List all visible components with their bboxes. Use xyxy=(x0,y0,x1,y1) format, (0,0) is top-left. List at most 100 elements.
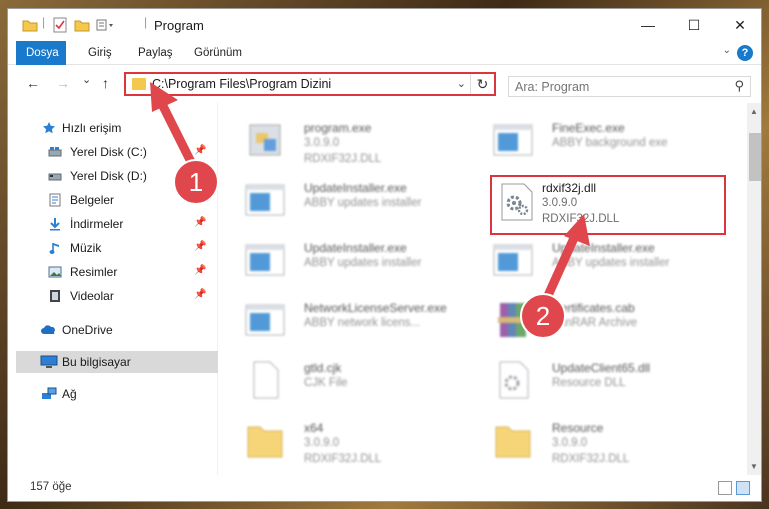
sidebar-item-label: İndirmeler xyxy=(70,217,124,231)
computer-icon xyxy=(40,355,58,368)
pin-icon[interactable]: 📌 xyxy=(194,289,206,300)
navigation-bar: ← → ⌄ ↑ C:\Program Files\Program Dizini … xyxy=(8,65,761,103)
sidebar-item-ag[interactable]: Ağ xyxy=(8,383,210,405)
window-icon xyxy=(245,244,285,276)
folder-icon xyxy=(22,20,38,32)
help-icon[interactable]: ? xyxy=(737,45,753,61)
archive-icon xyxy=(498,303,528,337)
tab-gorunum[interactable]: Görünüm xyxy=(184,41,252,65)
sidebar-item-resimler[interactable]: Resimler 📌 xyxy=(8,261,210,283)
file-item[interactable]: FineExec.exe ABBY background exe xyxy=(482,113,722,173)
blank-file-icon xyxy=(253,361,279,399)
sidebar-item-label: Belgeler xyxy=(70,193,115,207)
large-icons-view-button[interactable] xyxy=(736,481,750,495)
pin-icon[interactable]: 📌 xyxy=(194,241,206,252)
dll-icon xyxy=(499,361,529,399)
title-bar: | | Program — ☐ ✕ xyxy=(8,9,761,41)
sidebar-item-muzik[interactable]: Müzik 📌 xyxy=(8,237,210,259)
recent-locations-button[interactable]: ⌄ xyxy=(82,73,91,86)
item-count: 157 öğe xyxy=(30,481,72,493)
status-bar: 157 öğe xyxy=(8,475,761,501)
videos-icon xyxy=(50,290,60,302)
address-bar[interactable]: C:\Program Files\Program Dizini ⌄ ↻ xyxy=(124,72,496,96)
drive-icon xyxy=(48,173,62,181)
maximize-button[interactable]: ☐ xyxy=(671,9,717,41)
sidebar-item-yerel-disk-c[interactable]: Yerel Disk (C:) 📌 xyxy=(8,141,210,163)
window-icon xyxy=(493,124,533,156)
vertical-scrollbar[interactable]: ▲ ▼ xyxy=(747,103,761,475)
folder-icon xyxy=(132,78,146,90)
file-item-rdxif32j-dll[interactable]: rdxif32j.dll 3.0.9.0 RDXIF32J.DLL xyxy=(490,175,726,235)
pin-icon[interactable]: 📌 xyxy=(194,217,206,228)
forward-button[interactable]: → xyxy=(56,75,70,91)
refresh-button[interactable]: ↻ xyxy=(470,74,494,94)
file-item[interactable]: Resource 3.0.9.0 RDXIF32J.DLL xyxy=(482,413,722,473)
file-item[interactable]: x64 3.0.9.0 RDXIF32J.DLL xyxy=(234,413,474,473)
details-view-button[interactable] xyxy=(718,481,732,495)
tab-giris[interactable]: Giriş xyxy=(78,41,122,65)
chevron-down-icon[interactable]: ⌄ xyxy=(457,77,466,90)
address-path: C:\Program Files\Program Dizini xyxy=(152,77,332,91)
back-button[interactable]: ← xyxy=(26,75,40,91)
tab-paylas[interactable]: Paylaş xyxy=(128,41,183,65)
cloud-icon xyxy=(41,325,55,334)
navigation-pane: Hızlı erişim Yerel Disk (C:) 📌 Yerel Dis… xyxy=(8,103,218,475)
properties-icon[interactable] xyxy=(52,17,68,33)
music-icon xyxy=(49,243,59,254)
sidebar-item-label: Yerel Disk (D:) xyxy=(70,169,147,183)
sidebar-item-videolar[interactable]: Videolar 📌 xyxy=(8,285,210,307)
minimize-button[interactable]: — xyxy=(625,9,671,41)
exe-icon xyxy=(249,124,281,156)
star-icon xyxy=(43,122,55,134)
sidebar-item-belgeler[interactable]: Belgeler xyxy=(8,189,210,211)
sidebar-item-bu-bilgisayar[interactable]: Bu bilgisayar xyxy=(16,351,218,373)
scroll-down-icon[interactable]: ▼ xyxy=(750,462,758,471)
search-icon[interactable]: ⚲ xyxy=(734,78,744,94)
sidebar-item-label: OneDrive xyxy=(62,323,113,337)
up-button[interactable]: ↑ xyxy=(102,75,109,91)
file-item[interactable]: Certificates.cab WinRAR Archive xyxy=(482,293,722,353)
file-item[interactable]: UpdateInstaller.exe ABBY updates install… xyxy=(482,233,722,293)
file-item[interactable]: gtld.cjk CJK File xyxy=(234,353,474,413)
file-item[interactable]: UpdateInstaller.exe ABBY updates install… xyxy=(234,233,474,293)
folder-icon xyxy=(495,426,531,458)
file-item[interactable]: UpdateClient65.dll Resource DLL xyxy=(482,353,722,413)
dll-gear-icon xyxy=(501,183,533,221)
file-item[interactable]: UpdateInstaller.exe ABBY updates install… xyxy=(234,173,474,233)
scroll-up-icon[interactable]: ▲ xyxy=(750,107,758,116)
separator: | xyxy=(144,15,148,29)
separator: | xyxy=(42,15,46,29)
new-folder-icon[interactable] xyxy=(74,17,90,33)
drive-icon xyxy=(48,147,62,157)
sidebar-item-label: Ağ xyxy=(62,387,77,401)
search-box[interactable]: ⚲ xyxy=(508,76,751,97)
sidebar-item-label: Müzik xyxy=(70,241,102,255)
window-icon xyxy=(245,184,285,216)
pin-icon[interactable]: 📌 xyxy=(194,145,206,156)
search-input[interactable] xyxy=(509,77,709,96)
folder-icon xyxy=(247,426,283,458)
file-item[interactable]: program.exe 3.0.9.0 RDXIF32J.DLL xyxy=(234,113,474,173)
window-title: Program xyxy=(154,18,204,33)
file-list: program.exe 3.0.9.0 RDXIF32J.DLL FineExe… xyxy=(220,103,745,475)
download-icon xyxy=(50,218,60,231)
window-icon xyxy=(245,304,285,336)
customize-toolbar-icon[interactable] xyxy=(96,17,114,33)
network-icon xyxy=(42,387,57,399)
ribbon-tabs: Dosya Giriş Paylaş Görünüm ⌄ ? xyxy=(8,41,761,65)
sidebar-item-quick-access[interactable]: Hızlı erişim xyxy=(8,117,210,139)
pin-icon[interactable]: 📌 xyxy=(194,265,206,276)
close-button[interactable]: ✕ xyxy=(717,9,761,41)
pin-icon[interactable]: 📌 xyxy=(194,169,206,180)
tab-dosya[interactable]: Dosya xyxy=(16,41,66,65)
sidebar-item-label: Yerel Disk (C:) xyxy=(70,145,147,159)
pictures-icon xyxy=(48,266,62,278)
file-item[interactable]: NetworkLicenseServer.exe ABBY network li… xyxy=(234,293,474,353)
sidebar-item-yerel-disk-d[interactable]: Yerel Disk (D:) 📌 xyxy=(8,165,210,187)
sidebar-item-onedrive[interactable]: OneDrive xyxy=(8,319,210,341)
documents-icon xyxy=(49,193,61,207)
scrollbar-thumb[interactable] xyxy=(749,133,761,181)
sidebar-item-label: Hızlı erişim xyxy=(62,121,122,135)
ribbon-expand-icon[interactable]: ⌄ xyxy=(723,45,731,56)
sidebar-item-indirmeler[interactable]: İndirmeler 📌 xyxy=(8,213,210,235)
